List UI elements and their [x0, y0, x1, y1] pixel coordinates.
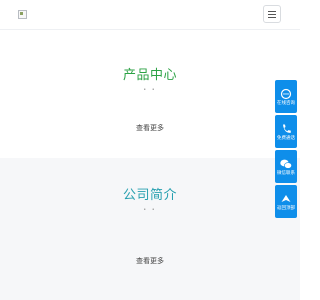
float-item-label: 在线咨询 — [277, 101, 295, 106]
menu-toggle-button[interactable] — [263, 5, 281, 23]
phone-icon — [275, 120, 297, 133]
company-intro-section: 公司简介 • • 查看更多 — [0, 158, 300, 300]
view-more-link[interactable]: 查看更多 — [0, 123, 300, 133]
hamburger-icon — [268, 11, 276, 12]
floating-contact-bar: 在线咨询 免费通话 微信联系 返回顶部 — [275, 80, 297, 220]
arrow-up-icon — [275, 190, 297, 202]
online-consult-button[interactable]: 在线咨询 — [275, 80, 297, 113]
section-title: 产品中心 — [122, 68, 177, 83]
wechat-icon — [275, 155, 297, 169]
float-item-label: 免费通话 — [277, 136, 295, 141]
section-title: 公司简介 — [122, 188, 177, 203]
logo-image-broken-icon[interactable] — [18, 10, 28, 20]
top-navbar — [0, 0, 300, 30]
product-center-section: 产品中心 • • 查看更多 — [0, 30, 300, 158]
view-more-link[interactable]: 查看更多 — [0, 256, 300, 266]
section-divider-dots: • • — [143, 207, 157, 213]
wechat-contact-button[interactable]: 微信联系 — [275, 150, 297, 183]
float-item-label: 微信联系 — [277, 171, 295, 176]
free-call-button[interactable]: 免费通话 — [275, 115, 297, 148]
back-to-top-button[interactable]: 返回顶部 — [275, 185, 297, 218]
chat-icon — [275, 85, 297, 100]
section-divider-dots: • • — [143, 87, 157, 93]
float-item-label: 返回顶部 — [277, 206, 295, 211]
